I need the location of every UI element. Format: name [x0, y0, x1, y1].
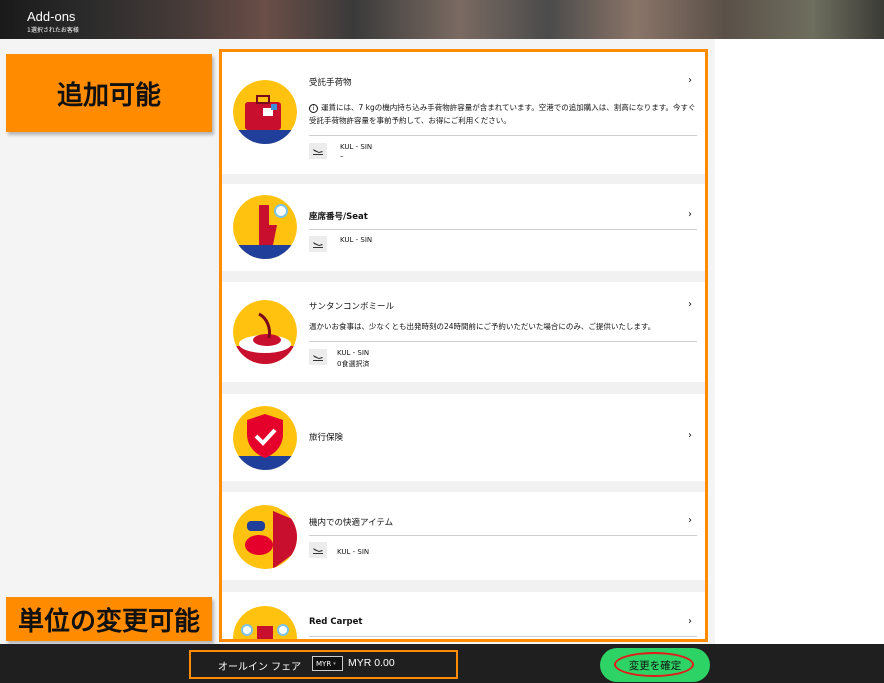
seat-icon: [233, 195, 297, 259]
addon-card-meal[interactable]: サンタンコンボミール › 温かいお食事は、少なくとも出発時刻の24時間前にご予約…: [222, 282, 705, 382]
addon-name: 旅行保険: [309, 433, 344, 443]
plane-landing-icon: [309, 236, 327, 252]
chevron-down-icon: ▾: [333, 660, 336, 667]
addon-name: 受託手荷物: [309, 78, 352, 88]
flight-route: KUL - SIN: [337, 548, 370, 556]
addon-card-comfort-kit[interactable]: 機内での快適アイテム › KUL - SIN: [222, 492, 705, 580]
addon-note: 温かいお食事は、少なくとも出発時刻の24時間前にご予約いただいた場合にのみ、ご提…: [309, 322, 656, 331]
addon-note: i 運賃には、7 kgの機内持ち込み手荷物許容量が含まれています。空港での追加購入…: [309, 103, 696, 125]
addon-card-baggage[interactable]: 受託手荷物 › i 運賃には、7 kgの機内持ち込み手荷物許容量が含まれています。…: [222, 52, 705, 174]
chevron-right-icon[interactable]: ›: [688, 515, 692, 526]
chevron-right-icon[interactable]: ›: [688, 75, 692, 86]
addon-list: 受託手荷物 › i 運賃には、7 kgの機内持ち込み手荷物許容量が含まれています。…: [219, 49, 708, 642]
confirm-changes-button[interactable]: 変更を確定: [600, 648, 710, 682]
meal-selection-count: 0食選択済: [337, 360, 370, 368]
plane-landing-icon: [309, 542, 327, 558]
red-carpet-icon: [233, 606, 297, 639]
flight-route-status: –: [340, 152, 344, 160]
page-header: Add-ons 1選択されたお客様: [0, 0, 884, 39]
chevron-right-icon[interactable]: ›: [688, 616, 692, 627]
chevron-right-icon[interactable]: ›: [688, 209, 692, 220]
flight-route: KUL - SIN: [340, 143, 373, 151]
divider: [309, 535, 697, 536]
comfort-kit-icon: [233, 505, 297, 569]
chevron-right-icon[interactable]: ›: [688, 430, 692, 441]
callout-unit-changeable: 単位の変更可能: [6, 597, 212, 641]
plane-landing-icon: [309, 349, 327, 365]
right-panel: [715, 39, 884, 644]
addon-card-red-carpet[interactable]: Red Carpet ›: [222, 592, 705, 639]
divider: [309, 636, 697, 637]
luggage-icon: [233, 80, 297, 144]
addon-card-insurance[interactable]: 旅行保険 ›: [222, 394, 705, 481]
addon-name: 座席番号/Seat: [309, 212, 368, 222]
all-in-fare-label: オールイン フェア: [218, 662, 302, 673]
total-amount: MYR 0.00: [348, 657, 395, 669]
flight-route: KUL - SIN: [340, 236, 373, 244]
info-icon: i: [309, 104, 318, 113]
divider: [309, 341, 697, 342]
addon-name: Red Carpet: [309, 617, 363, 627]
page-title: Add-ons: [27, 9, 76, 24]
divider: [309, 229, 697, 230]
callout-addable: 追加可能: [6, 54, 212, 132]
chevron-right-icon[interactable]: ›: [688, 299, 692, 310]
confirm-changes-label: 変更を確定: [628, 659, 682, 672]
addon-card-seat[interactable]: 座席番号/Seat › KUL - SIN: [222, 184, 705, 271]
meal-icon: [233, 300, 297, 364]
addon-name: サンタンコンボミール: [309, 302, 395, 312]
currency-select[interactable]: MYR ▾: [312, 656, 343, 671]
divider: [309, 135, 697, 136]
insurance-shield-icon: [233, 406, 297, 470]
page-subtitle: 1選択されたお客様: [27, 27, 79, 34]
plane-landing-icon: [309, 143, 327, 159]
flight-route: KUL - SIN: [337, 349, 370, 357]
addon-name: 機内での快適アイテム: [309, 518, 394, 528]
